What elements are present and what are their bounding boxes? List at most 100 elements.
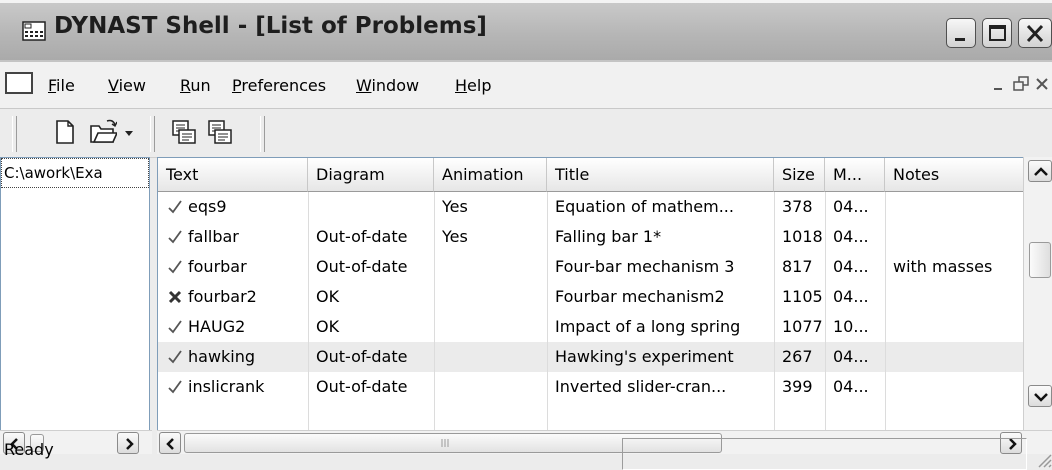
status-text: Ready [4,440,54,459]
column-header-title[interactable]: Title [547,158,774,192]
cell-size: 399 [782,377,813,396]
cell-animation: Yes [442,227,468,246]
cell-notes: with masses [893,257,993,276]
child-close-icon[interactable] [1032,73,1052,95]
cell-text: eqs9 [188,197,227,216]
cell-title: Falling bar 1* [555,227,662,246]
cell-notes [885,222,1027,252]
cell-title: Hawking's experiment [555,347,734,366]
cell-text: inslicrank [188,377,265,396]
folder-tree[interactable]: C:\awork\Exa [0,157,150,433]
minimize-button[interactable] [946,18,976,48]
maximize-button[interactable] [982,18,1012,48]
cell-diagram: Out-of-date [316,257,408,276]
window-title: DYNAST Shell - [List of Problems] [54,13,487,39]
app-window: DYNAST Shell - [List of Problems] File V… [0,0,1052,470]
menu-file[interactable]: File [48,76,75,95]
cell-size: 1018 [782,227,823,246]
column-divider [434,192,435,432]
scroll-up-button[interactable] [1028,160,1052,182]
table-row[interactable]: HAUG2 OK Impact of a long spring 1077 10... [158,312,1024,342]
cell-notes [885,342,1027,372]
list-scroll-left-button[interactable] [159,432,181,454]
cell-text: fourbar2 [188,287,257,306]
cell-text: fourbar [188,257,247,276]
open-dropdown-icon[interactable] [122,120,136,144]
column-header-animation[interactable]: Animation [434,158,547,192]
cell-modified: 10... [833,317,869,336]
new-file-icon[interactable] [51,118,79,146]
cell-animation: Yes [442,197,468,216]
column-divider [825,192,826,432]
cell-animation [434,342,547,372]
menu-run[interactable]: Run [180,76,211,95]
column-header-modified[interactable]: M... [825,158,885,192]
open-folder-icon[interactable] [89,118,117,146]
app-icon[interactable] [22,21,46,41]
left-scroll-right-button[interactable] [117,432,139,454]
problems-list[interactable]: Text Diagram Animation Title Size M... N… [157,157,1052,433]
cell-notes [885,192,1027,222]
cell-notes [885,372,1027,402]
cell-size: 1105 [782,287,823,306]
cell-title: Four-bar mechanism 3 [555,257,735,276]
cell-diagram: Out-of-date [316,347,408,366]
column-header-notes[interactable]: Notes [885,158,1027,192]
print-all-icon[interactable] [206,118,234,146]
child-restore-icon[interactable] [1010,73,1032,95]
cell-text: fallbar [188,227,239,246]
column-header-size[interactable]: Size [774,158,825,192]
cell-title: Fourbar mechanism2 [555,287,725,306]
cell-diagram [308,192,434,222]
cell-diagram: Out-of-date [316,227,408,246]
folder-path[interactable]: C:\awork\Exa [1,158,149,188]
column-divider [885,192,886,432]
document-icon[interactable] [5,72,33,94]
cell-animation [434,372,547,402]
status-panel [622,438,1027,470]
column-header-text[interactable]: Text [158,158,308,192]
column-header-diagram[interactable]: Diagram [308,158,434,192]
toolbar-grip-3[interactable] [260,116,265,152]
table-row[interactable]: eqs9 Yes Equation of mathem... 378 04... [158,192,1024,222]
resize-grip-icon[interactable] [1036,452,1052,468]
close-button[interactable] [1018,18,1052,48]
toolbar-grip[interactable] [12,116,17,152]
cell-diagram: OK [316,317,340,336]
column-divider [308,192,309,432]
close-icon [1026,24,1044,43]
cell-modified: 04... [833,257,869,276]
cell-size: 267 [782,347,813,366]
cell-modified: 04... [833,377,869,396]
cell-diagram: OK [316,287,340,306]
scroll-down-button[interactable] [1028,385,1052,407]
cell-modified: 04... [833,287,869,306]
table-row[interactable]: fourbar Out-of-date Four-bar mechanism 3 81… [158,252,1024,282]
column-divider [547,192,548,432]
list-vertical-thumb[interactable] [1029,242,1051,278]
table-row[interactable]: hawking Out-of-date Hawking's experiment 26… [158,342,1024,372]
cell-modified: 04... [833,347,869,366]
table-row[interactable]: fourbar2 OK Fourbar mechanism2 1105 04... [158,282,1024,312]
cell-text: HAUG2 [188,317,246,336]
table-row[interactable]: fallbar Out-of-date Yes Falling bar 1* 1018 0… [158,222,1024,252]
print-list-icon[interactable] [170,118,198,146]
cell-title: Inverted slider-cran... [555,377,727,396]
cell-diagram: Out-of-date [316,377,408,396]
toolbar-grip-2[interactable] [150,116,155,152]
menu-preferences[interactable]: Preferences [232,76,326,95]
cell-size: 1077 [782,317,823,336]
menu-view[interactable]: View [108,76,146,95]
menu-help[interactable]: Help [455,76,491,95]
cell-size: 378 [782,197,813,216]
child-minimize-icon[interactable] [988,73,1010,95]
cell-animation [434,312,547,342]
cell-modified: 04... [833,227,869,246]
cell-title: Equation of mathem... [555,197,734,216]
menu-window[interactable]: Window [356,76,419,95]
column-divider [774,192,775,432]
cell-size: 817 [782,257,813,276]
chevron-right-icon [126,438,134,450]
cell-notes [885,312,1027,342]
table-row[interactable]: inslicrank Out-of-date Inverted slider-cra… [158,372,1024,402]
